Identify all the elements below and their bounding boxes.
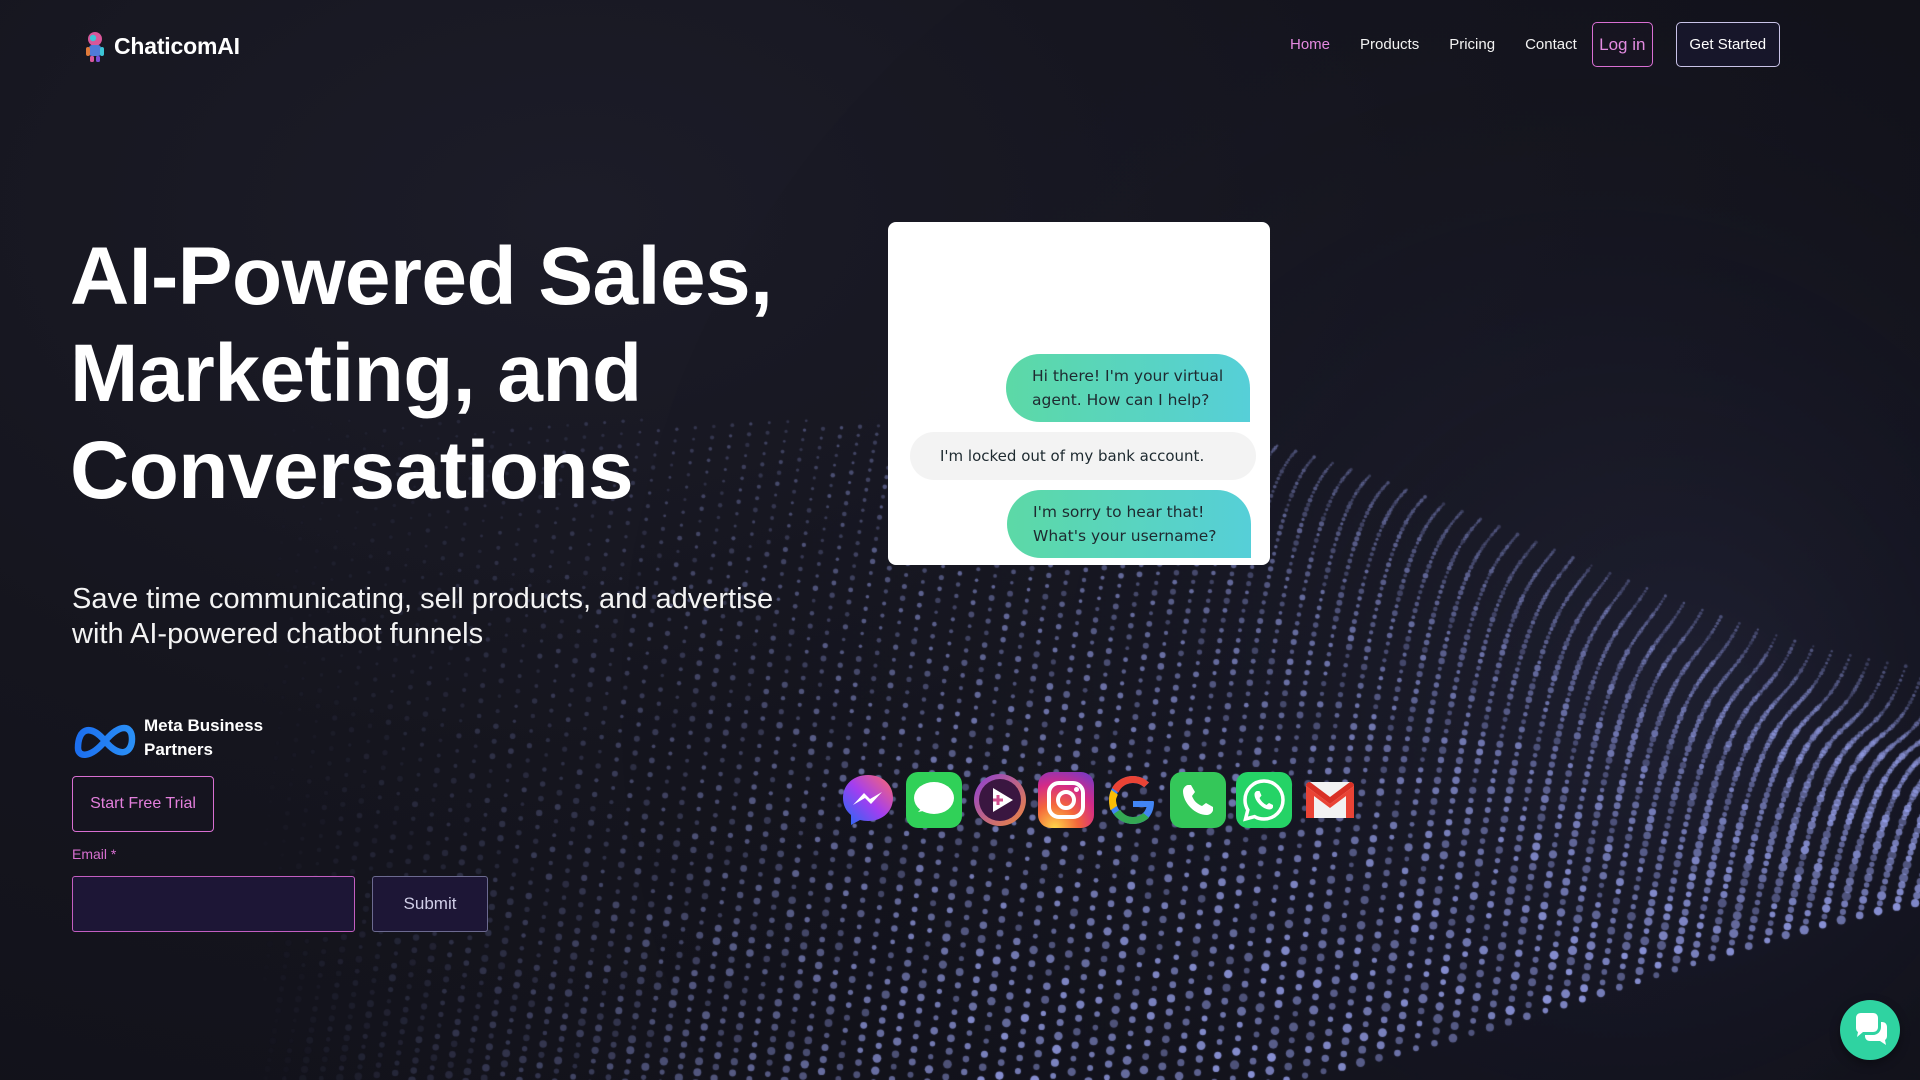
phone-icon [1170, 772, 1226, 828]
meta-business-badge: Meta Business Partners [72, 714, 263, 762]
meta-logo-icon [74, 724, 136, 758]
brand-logo[interactable]: ChaticomAI [82, 30, 240, 62]
login-button[interactable]: Log in [1591, 22, 1653, 67]
nav-contact[interactable]: Contact [1525, 36, 1577, 53]
chat-widget-button[interactable] [1840, 1000, 1900, 1060]
video-icon [972, 772, 1028, 828]
imessage-icon [906, 772, 962, 828]
get-started-button[interactable]: Get Started [1675, 22, 1780, 67]
hero-title: AI-Powered Sales, Marketing, and Convers… [70, 231, 773, 516]
email-label: Email * [72, 846, 117, 862]
chat-bubble-bot: Hi there! I'm your virtual agent. How ca… [1006, 354, 1250, 422]
chat-bubble-user: I'm locked out of my bank account. [910, 432, 1256, 480]
chat-bubbles-icon [1856, 1013, 1887, 1045]
hero-subtitle: Save time communicating, sell products, … [72, 583, 774, 650]
start-free-trial-button[interactable]: Start Free Trial [72, 776, 214, 832]
channel-icons [840, 772, 1358, 828]
meta-badge-text: Meta Business Partners [144, 716, 264, 759]
instagram-icon [1038, 772, 1094, 828]
google-icon [1104, 772, 1160, 828]
whatsapp-icon [1236, 772, 1292, 828]
brand-name: ChaticomAI [114, 32, 240, 59]
messenger-icon [840, 772, 896, 828]
nav-products[interactable]: Products [1360, 36, 1419, 53]
gmail-icon [1302, 772, 1358, 828]
submit-button[interactable]: Submit [372, 876, 488, 932]
email-field[interactable] [72, 876, 355, 932]
main-nav: Home Products Pricing Contact Log in Get… [1290, 22, 1780, 67]
nav-pricing[interactable]: Pricing [1449, 36, 1495, 53]
robot-logo-icon [86, 32, 104, 62]
chat-preview-card: Hi there! I'm your virtual agent. How ca… [888, 222, 1270, 565]
nav-home[interactable]: Home [1290, 36, 1330, 53]
chat-bubble-bot: I'm sorry to hear that! What's your user… [1007, 490, 1251, 558]
